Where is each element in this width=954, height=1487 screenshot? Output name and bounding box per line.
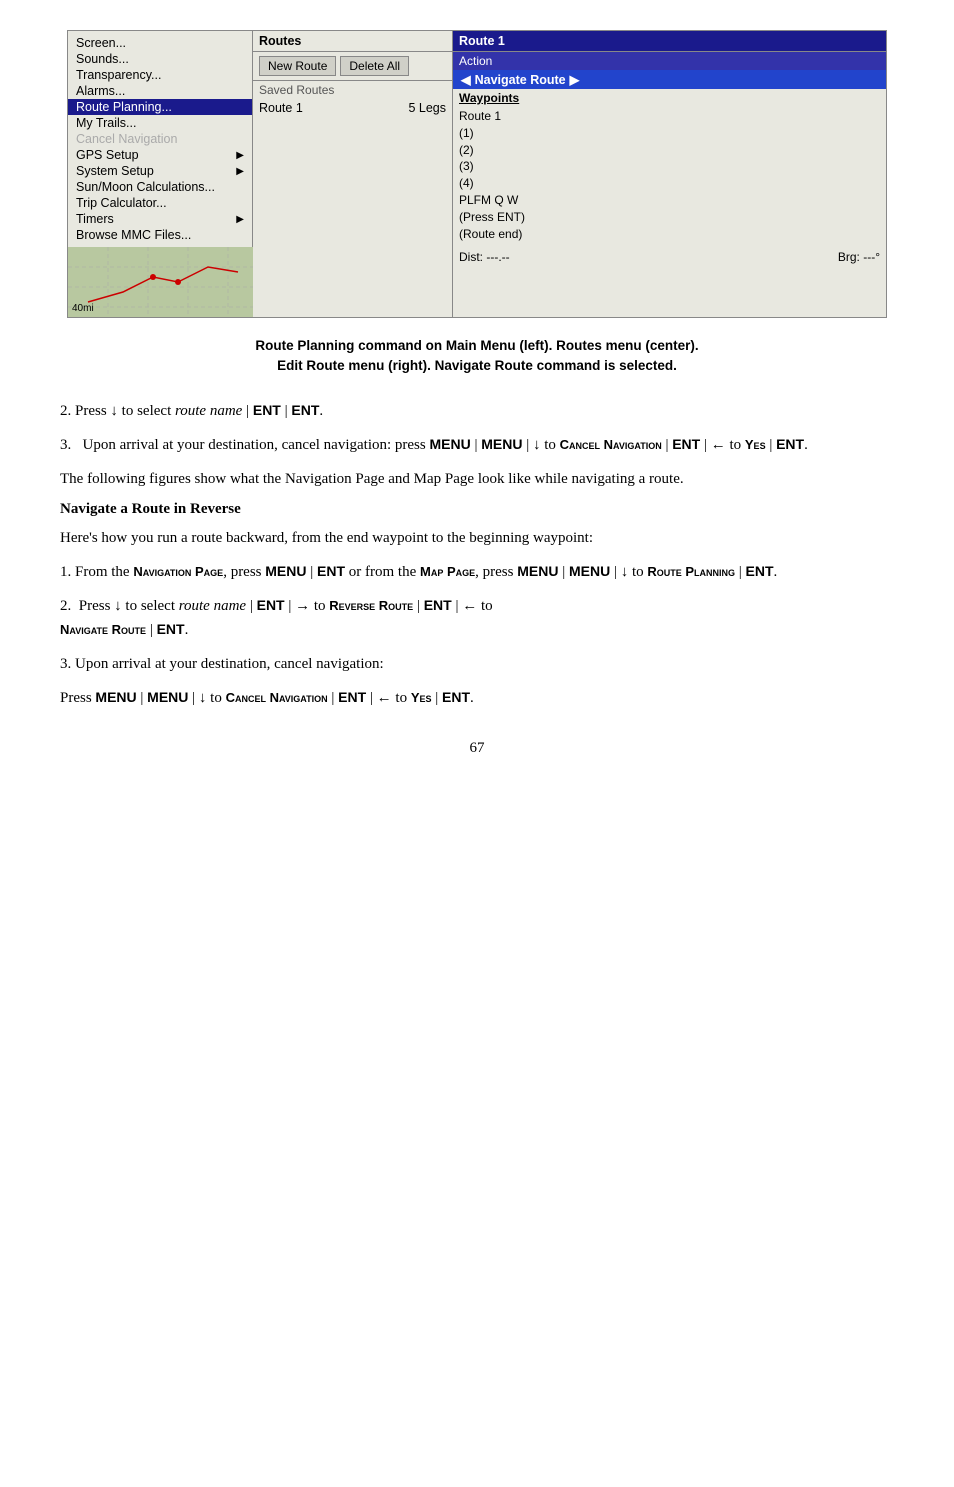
menu-item-sun-moon[interactable]: Sun/Moon Calculations... bbox=[68, 179, 252, 195]
paragraph-reverse-intro: Here's how you run a route backward, fro… bbox=[60, 526, 894, 550]
paragraph-step1: 1. From the Navigation Page, press MENU … bbox=[60, 560, 894, 584]
nav-page-label: Navigation Page bbox=[133, 564, 223, 579]
menu-item-screen[interactable]: Screen... bbox=[68, 35, 252, 51]
menu-item-transparency[interactable]: Transparency... bbox=[68, 67, 252, 83]
yes-label-2: Yes bbox=[411, 690, 432, 705]
arrow-icon: ▶ bbox=[236, 214, 244, 225]
menu-key-2: MENU bbox=[481, 436, 522, 452]
route-planning-label: Route Planning bbox=[647, 564, 735, 579]
routes-header: Routes bbox=[253, 31, 452, 52]
caption: Route Planning command on Main Menu (lef… bbox=[60, 336, 894, 377]
ent-key-2: ENT bbox=[291, 402, 319, 418]
menu-item-route-planning[interactable]: Route Planning... bbox=[68, 99, 252, 115]
menu-item-system-setup[interactable]: System Setup ▶ bbox=[68, 163, 252, 179]
waypoint-2: (2) bbox=[459, 142, 880, 159]
navigate-route-item[interactable]: ◀ Navigate Route ▶ bbox=[453, 70, 886, 89]
menu-key: MENU bbox=[429, 436, 470, 452]
map-scale-label: 40mi bbox=[72, 303, 94, 314]
yes-label: Yes bbox=[745, 437, 766, 452]
nav-arrow-left-icon: ◀ bbox=[461, 72, 471, 87]
routes-buttons: New Route Delete All bbox=[253, 52, 452, 81]
routes-panel: Routes New Route Delete All Saved Routes… bbox=[253, 31, 453, 317]
ent-key: ENT bbox=[157, 621, 185, 637]
arrow-icon: ▶ bbox=[236, 150, 244, 161]
main-menu: Screen... Sounds... Transparency... Alar… bbox=[68, 31, 253, 247]
menu-key-2: MENU bbox=[147, 689, 188, 705]
waypoint-route-name: Route 1 bbox=[459, 108, 880, 125]
menu-key: MENU bbox=[95, 689, 136, 705]
waypoint-3: (3) bbox=[459, 158, 880, 175]
dist-label: Dist: ---.-- bbox=[459, 250, 510, 264]
route-row[interactable]: Route 1 5 Legs bbox=[253, 99, 452, 117]
section-heading-reverse: Navigate a Route in Reverse bbox=[60, 501, 894, 518]
page-number: 67 bbox=[60, 740, 894, 757]
waypoint-plfm: PLFM Q W bbox=[459, 192, 880, 209]
arrow-icon: ▶ bbox=[236, 166, 244, 177]
menu-key: MENU bbox=[265, 563, 306, 579]
ent-key: ENT bbox=[257, 597, 285, 613]
navigate-route-label: Navigate Route bbox=[475, 73, 566, 87]
menu-item-trip-calc[interactable]: Trip Calculator... bbox=[68, 195, 252, 211]
route-name-italic-2: route name bbox=[179, 598, 246, 614]
ent-key: ENT bbox=[672, 436, 700, 452]
menu-item-browse-mmc[interactable]: Browse MMC Files... bbox=[68, 227, 252, 243]
menu-item-sounds[interactable]: Sounds... bbox=[68, 51, 252, 67]
ent-key: ENT bbox=[424, 597, 452, 613]
reverse-route-label: Reverse Route bbox=[329, 598, 413, 613]
new-route-button[interactable]: New Route bbox=[259, 56, 336, 76]
route-name: Route 1 bbox=[259, 101, 303, 115]
ent-key: ENT bbox=[317, 563, 345, 579]
ent-key: ENT bbox=[746, 563, 774, 579]
paragraph-step3: 3. Upon arrival at your destination, can… bbox=[60, 652, 894, 676]
route-detail-content: Route 1 (1) (2) (3) (4) PLFM Q W (Press … bbox=[453, 107, 886, 243]
route-legs: 5 Legs bbox=[408, 101, 446, 115]
map-svg bbox=[68, 247, 253, 317]
ent-key: ENT bbox=[338, 689, 366, 705]
saved-routes-label: Saved Routes bbox=[253, 81, 452, 99]
left-panel: Screen... Sounds... Transparency... Alar… bbox=[68, 31, 253, 317]
paragraph-figures: The following figures show what the Navi… bbox=[60, 467, 894, 491]
route-name-italic: route name bbox=[175, 403, 242, 419]
waypoint-route-end: (Route end) bbox=[459, 226, 880, 243]
paragraph-step2: 2. Press ↓ to select route name | ENT | … bbox=[60, 594, 894, 642]
delete-all-button[interactable]: Delete All bbox=[340, 56, 409, 76]
route-detail-panel: Route 1 Action ◀ Navigate Route ▶ Waypoi… bbox=[453, 31, 886, 317]
navigate-route-label-2: Navigate Route bbox=[60, 622, 146, 637]
map-page-label: Map Page bbox=[420, 564, 475, 579]
paragraph-3: 3. Upon arrival at your destination, can… bbox=[60, 433, 894, 457]
screenshot-panel: Screen... Sounds... Transparency... Alar… bbox=[67, 30, 887, 318]
caption-line1: Route Planning command on Main Menu (lef… bbox=[255, 338, 698, 353]
action-row: Action bbox=[453, 52, 886, 70]
menu-item-alarms[interactable]: Alarms... bbox=[68, 83, 252, 99]
menu-item-cancel-nav: Cancel Navigation bbox=[68, 131, 252, 147]
menu-item-timers[interactable]: Timers ▶ bbox=[68, 211, 252, 227]
route-detail-footer: Dist: ---.-- Brg: ---° bbox=[453, 247, 886, 267]
menu-key: MENU bbox=[517, 563, 558, 579]
menu-item-my-trails[interactable]: My Trails... bbox=[68, 115, 252, 131]
ent-key: ENT bbox=[253, 402, 281, 418]
brg-label: Brg: ---° bbox=[838, 250, 880, 264]
paragraph-2: 2. Press ↓ to select route name | ENT | … bbox=[60, 399, 894, 423]
caption-line2: Edit Route menu (right). Navigate Route … bbox=[277, 358, 677, 373]
waypoint-press-ent: (Press ENT) bbox=[459, 209, 880, 226]
waypoints-label: Waypoints bbox=[453, 89, 886, 107]
waypoint-4: (4) bbox=[459, 175, 880, 192]
cancel-nav-label-2: Cancel Navigation bbox=[226, 690, 328, 705]
waypoint-1: (1) bbox=[459, 125, 880, 142]
menu-item-gps-setup[interactable]: GPS Setup ▶ bbox=[68, 147, 252, 163]
route-detail-header: Route 1 bbox=[453, 31, 886, 52]
cancel-nav-label: Cancel Navigation bbox=[560, 437, 662, 452]
nav-arrow-right-icon: ▶ bbox=[570, 72, 580, 87]
ent-key: ENT bbox=[442, 689, 470, 705]
menu-key-2: MENU bbox=[569, 563, 610, 579]
ent-key: ENT bbox=[776, 436, 804, 452]
action-label: Action bbox=[459, 54, 492, 68]
paragraph-step3b: Press MENU | MENU | ↓ to Cancel Navigati… bbox=[60, 686, 894, 710]
map-area: 40mi bbox=[68, 247, 253, 317]
